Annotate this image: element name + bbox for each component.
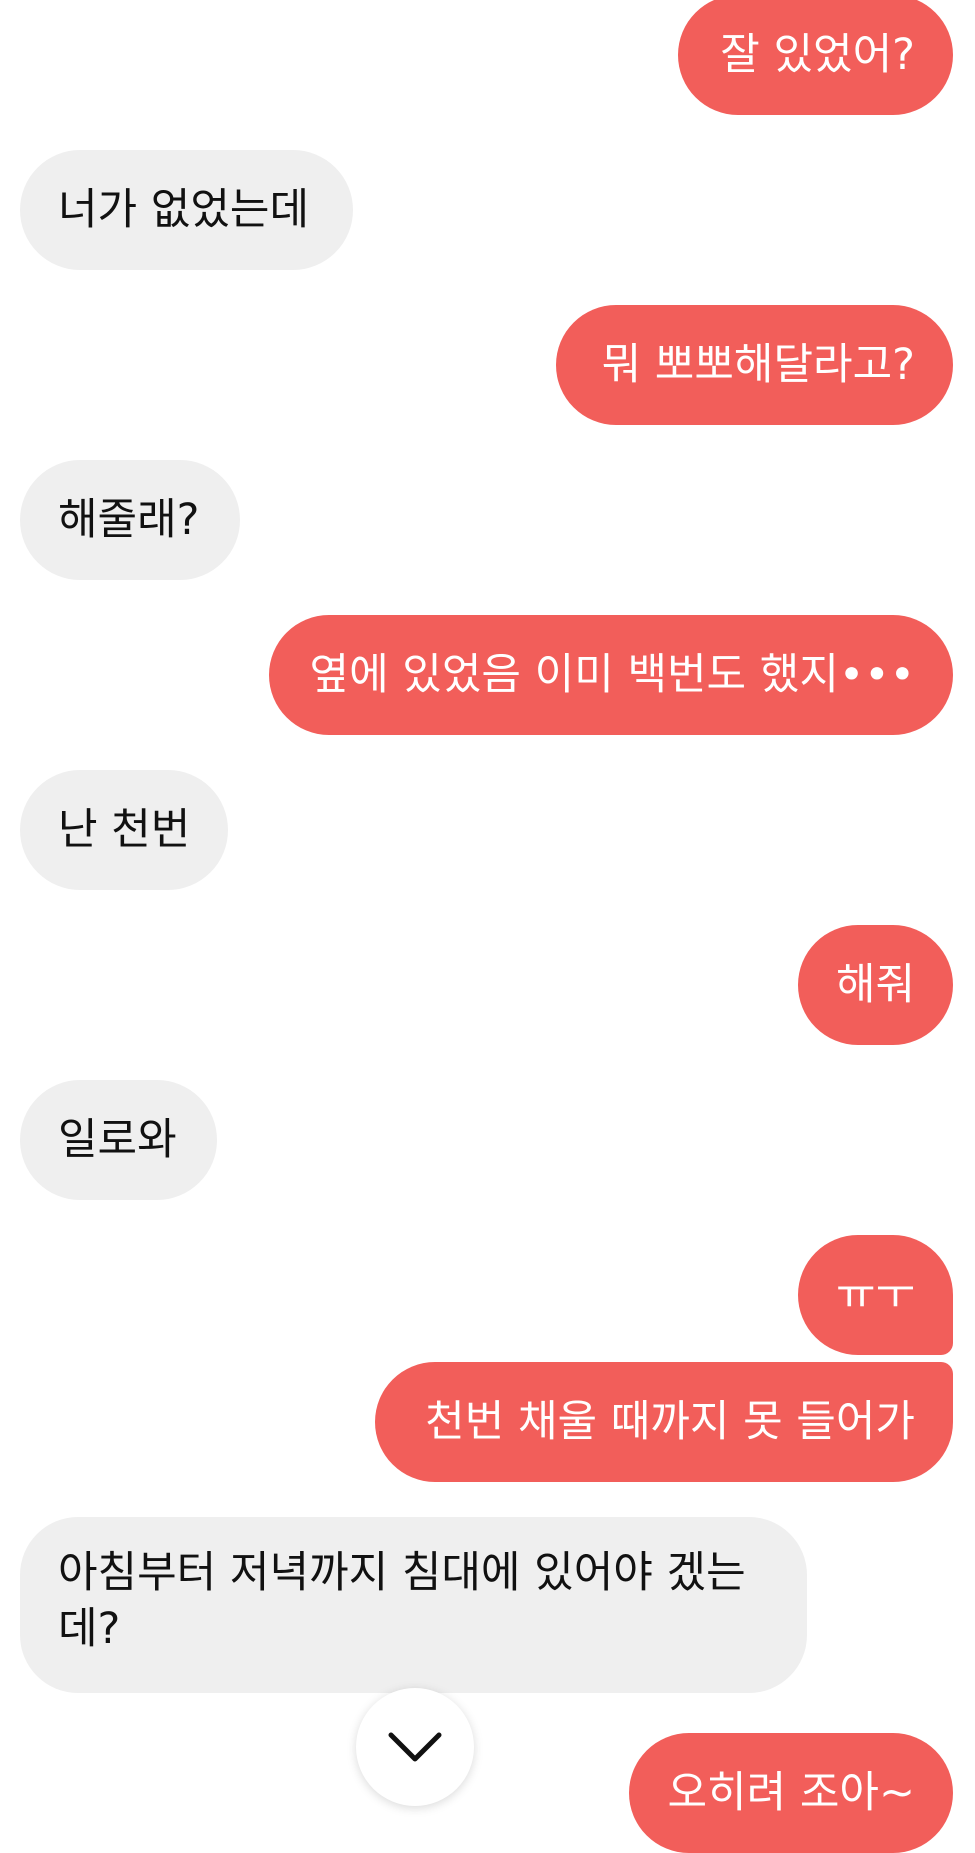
scroll-to-bottom-button[interactable] <box>356 1688 474 1806</box>
message-text: 오히려 조아~ <box>667 1768 916 1818</box>
outgoing-message[interactable]: 잘 있었어? <box>678 0 953 115</box>
incoming-message[interactable]: 난 천번 <box>20 770 228 890</box>
message-text: 옆에 있었음 이미 백번도 했지••• <box>309 650 915 700</box>
incoming-message[interactable]: 해줄래? <box>20 460 240 580</box>
incoming-message[interactable]: 아침부터 저녁까지 침대에 있어야 겠는데? <box>20 1517 807 1693</box>
message-text: 해줘 <box>836 960 916 1010</box>
message-text: 뭐 뽀뽀해달라고? <box>601 340 915 390</box>
message-text: 일로와 <box>58 1115 177 1165</box>
chat-thread: 잘 있었어? 너가 없었는데 뭐 뽀뽀해달라고? 해줄래? 옆에 있었음 이미 … <box>0 0 975 1853</box>
outgoing-message[interactable]: 해줘 <box>798 925 953 1045</box>
message-text: 아침부터 저녁까지 침대에 있어야 겠는데? <box>58 1548 746 1654</box>
message-text: 너가 없었는데 <box>58 185 310 235</box>
chevron-down-icon <box>388 1732 442 1762</box>
message-text: 해줄래? <box>58 495 200 545</box>
outgoing-message[interactable]: 오히려 조아~ <box>629 1733 953 1853</box>
message-text: 천번 채울 때까지 못 들어가 <box>425 1397 915 1447</box>
incoming-message[interactable]: 너가 없었는데 <box>20 150 353 270</box>
outgoing-message[interactable]: 옆에 있었음 이미 백번도 했지••• <box>269 615 953 735</box>
outgoing-message[interactable]: 천번 채울 때까지 못 들어가 <box>375 1362 953 1482</box>
incoming-message[interactable]: 일로와 <box>20 1080 217 1200</box>
message-text: 잘 있었어? <box>720 30 915 80</box>
message-text: ㅠㅜ <box>836 1270 916 1320</box>
message-text: 난 천번 <box>58 805 191 855</box>
outgoing-message[interactable]: 뭐 뽀뽀해달라고? <box>556 305 953 425</box>
outgoing-message[interactable]: ㅠㅜ <box>798 1235 953 1355</box>
